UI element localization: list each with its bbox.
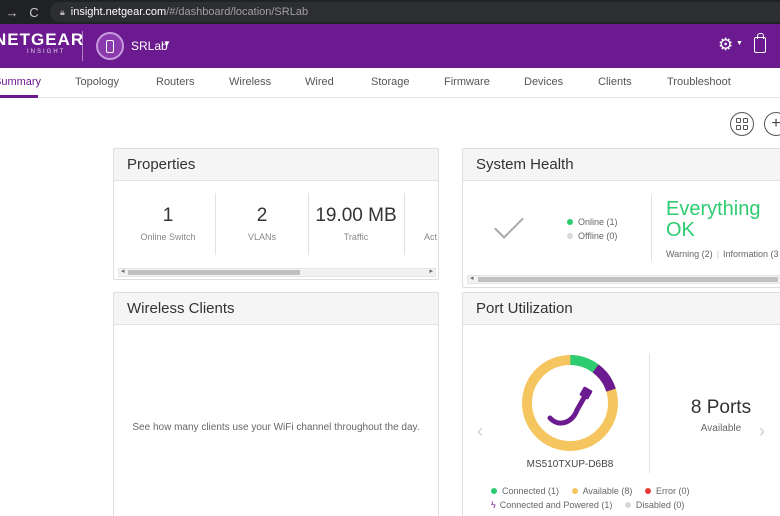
stat-label: Act — [424, 232, 438, 242]
widget-layout-button[interactable] — [730, 112, 754, 136]
stat-value: 2 — [256, 205, 268, 226]
card-title: System Health — [463, 149, 780, 181]
chevron-down-icon[interactable]: ▼ — [163, 39, 171, 48]
tab-wired[interactable]: Wired — [305, 76, 334, 88]
health-status-line2: OK — [666, 219, 695, 241]
scroll-left-icon[interactable]: ◂ — [121, 267, 125, 275]
stat-label: Traffic — [343, 232, 369, 242]
tab-devices[interactable]: Devices — [524, 76, 563, 88]
tab-firmware[interactable]: Firmware — [444, 76, 490, 88]
health-status: Everything OK — [666, 199, 761, 241]
port-donut-chart[interactable] — [519, 352, 621, 454]
card-title: Wireless Clients — [114, 293, 438, 325]
add-widget-button[interactable]: + — [764, 112, 780, 136]
url-host: insight.netgear.com — [70, 6, 167, 18]
warning-count[interactable]: Warning (2) — [666, 249, 713, 259]
health-alerts: Warning (2) | Information (3 — [666, 249, 779, 259]
lock-icon: 🔒︎ — [60, 6, 65, 17]
health-divider — [651, 195, 652, 261]
scrollbar-thumb[interactable] — [128, 270, 300, 275]
header-divider — [82, 31, 83, 61]
stat-label: Online Switch — [140, 232, 196, 242]
address-bar[interactable]: 🔒︎ insight.netgear.com/#/dashboard/locat… — [50, 2, 780, 22]
brand-logo[interactable]: NETGEAR — [0, 31, 84, 48]
stat-vlans[interactable]: 2 VLANs — [216, 204, 308, 242]
location-device-icon[interactable] — [96, 32, 124, 60]
device-name: MS510TXUP-D6B8 — [526, 459, 614, 470]
scroll-right-icon[interactable]: ▸ — [429, 267, 433, 275]
offline-legend: Offline (0) — [567, 231, 617, 241]
card-title: Properties — [114, 149, 438, 181]
tab-topology[interactable]: Topology — [75, 76, 119, 88]
app-header: NETGEAR INSIGHT SRLab ▼ ⚙ ▼ — [0, 24, 780, 68]
stat-divider — [308, 193, 309, 255]
stat-value — [424, 204, 438, 228]
legend-connected-powered: Connected and Powered (1) — [499, 500, 613, 510]
port-utilization-card: Port Utilization ‹ › MS510TXUP-D6B8 8 Po… — [462, 292, 780, 516]
connected-dot — [491, 488, 497, 494]
online-dot — [567, 219, 573, 225]
available-dot — [571, 488, 578, 494]
legend-error: Error (0) — [655, 486, 690, 496]
wireless-clients-card: Wireless Clients See how many clients us… — [113, 292, 439, 516]
browser-toolbar: → C 🔒︎ insight.netgear.com/#/dashboard/l… — [0, 0, 780, 24]
chevron-left-icon[interactable]: ‹ — [477, 421, 483, 442]
brand-sub: INSIGHT — [27, 49, 66, 55]
stat-label: VLANs — [247, 232, 276, 242]
scrollbar-thumb[interactable] — [478, 277, 778, 282]
stat-traffic[interactable]: 19.00 MB Traffic — [310, 204, 402, 242]
port-legend-row-2: ϟ Connected and Powered (1) Disabled (0) — [491, 500, 684, 510]
stat-online-switch[interactable]: 1 Online Switch — [122, 204, 214, 242]
tab-routers[interactable]: Routers — [156, 76, 195, 88]
information-count[interactable]: Information (3 — [723, 249, 779, 259]
tab-storage[interactable]: Storage — [371, 76, 410, 88]
error-dot — [644, 488, 651, 494]
reload-icon[interactable]: C — [26, 5, 42, 20]
stat-value: 1 — [162, 205, 174, 226]
lightning-icon: ϟ — [491, 500, 496, 510]
scroll-left-icon[interactable]: ◂ — [470, 274, 474, 282]
shopping-bag-icon[interactable] — [754, 33, 766, 53]
legend-disabled: Disabled (0) — [635, 500, 685, 510]
properties-card: Properties 1 Online Switch 2 VLANs 19.00… — [113, 148, 439, 280]
tab-clients[interactable]: Clients — [598, 76, 632, 88]
ethernet-cable-icon — [547, 386, 593, 426]
ports-label: Available — [700, 423, 742, 434]
disabled-dot — [624, 502, 631, 508]
horizontal-scrollbar[interactable]: ◂ ▸ — [118, 268, 436, 277]
tab-summary[interactable]: Summary — [0, 76, 41, 88]
tab-troubleshoot[interactable]: Troubleshoot — [667, 76, 731, 88]
gear-icon[interactable]: ⚙ — [718, 36, 733, 54]
legend-connected: Connected (1) — [502, 486, 560, 496]
tab-wireless[interactable]: Wireless — [229, 76, 271, 88]
url-path: /#/dashboard/location/SRLab — [166, 6, 309, 18]
forward-icon[interactable]: → — [4, 5, 20, 20]
legend-available: Available (8) — [582, 486, 633, 496]
stat-value: 19.00 MB — [315, 205, 397, 226]
system-health-card: System Health Online (1) Offline (0) Eve… — [462, 148, 780, 288]
plus-icon: + — [771, 115, 780, 132]
ports-count: 8 Ports — [690, 397, 752, 418]
offline-dot — [567, 233, 573, 239]
empty-state-message: See how many clients use your WiFi chann… — [132, 422, 420, 433]
card-title: Port Utilization — [463, 293, 780, 325]
online-legend: Online (1) — [567, 217, 618, 227]
port-legend-row-1: Connected (1) Available (8) Error (0) — [491, 486, 689, 496]
active-tab-indicator — [0, 95, 38, 98]
tab-bar: Summary Topology Routers Wireless Wired … — [0, 68, 780, 98]
stat-active[interactable]: Act — [392, 204, 438, 242]
horizontal-scrollbar[interactable]: ◂ — [467, 275, 780, 284]
widgets-icon — [736, 118, 748, 130]
offline-count: Offline (0) — [578, 231, 618, 241]
chevron-down-icon[interactable]: ▼ — [736, 40, 743, 47]
checkmark-icon — [494, 209, 524, 239]
online-count: Online (1) — [578, 217, 618, 227]
health-status-line1: Everything — [666, 198, 761, 220]
